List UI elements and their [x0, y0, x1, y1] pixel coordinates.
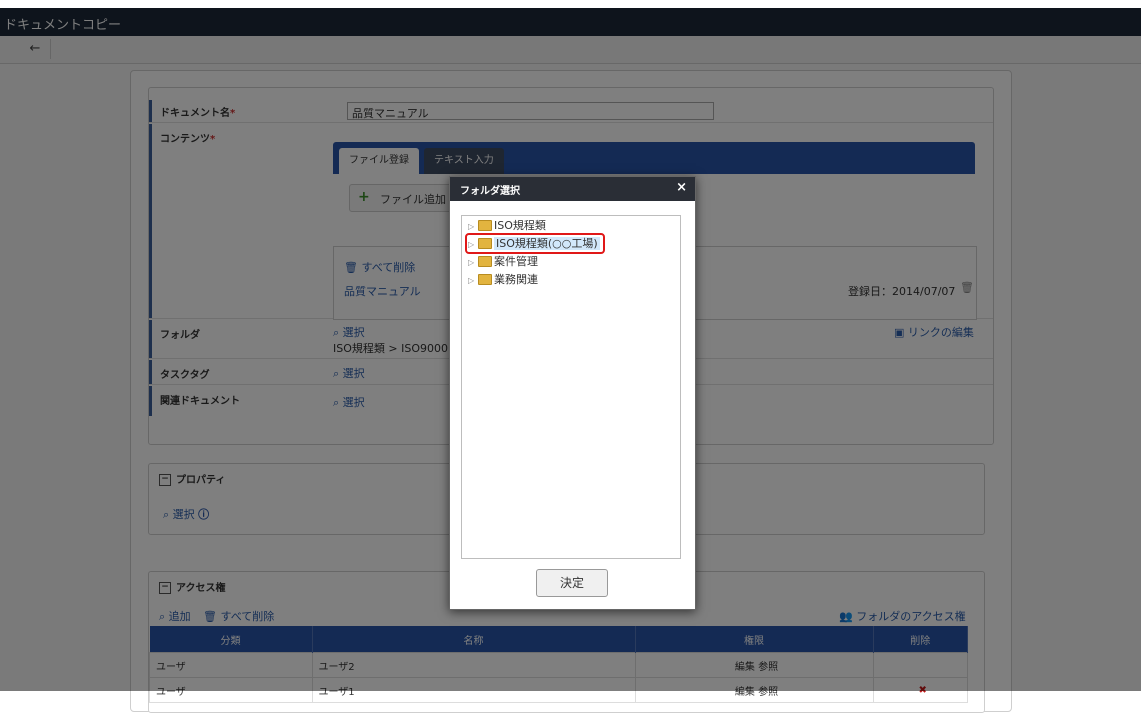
tree-node[interactable]: ▷ 案件管理 — [468, 254, 538, 270]
folder-tree: ▷ ISO規程類 ▷ ISO規程類(○○工場) ▷ 案件管理 ▷ 業務関連 — [461, 215, 681, 559]
tree-node-label: ISO規程類 — [494, 219, 546, 232]
folder-icon — [478, 219, 492, 231]
selection-highlight — [465, 233, 605, 254]
expand-arrow-icon[interactable]: ▷ — [468, 255, 478, 271]
tree-node[interactable]: ▷ 業務関連 — [468, 272, 538, 288]
expand-arrow-icon[interactable]: ▷ — [468, 273, 478, 289]
tree-node[interactable]: ▷ ISO規程類 — [468, 218, 546, 234]
folder-icon — [478, 255, 492, 267]
folder-select-dialog: フォルダ選択 × ▷ ISO規程類 ▷ ISO規程類(○○工場) ▷ 案件管理 ▷ 業務… — [449, 176, 696, 610]
tree-node-label: 案件管理 — [494, 255, 538, 268]
dialog-title: フォルダ選択 — [460, 186, 520, 197]
decide-button[interactable]: 決定 — [536, 569, 608, 597]
tree-node-label: 業務関連 — [494, 273, 538, 286]
folder-icon — [478, 273, 492, 285]
close-icon[interactable]: × — [676, 180, 687, 195]
dialog-header: フォルダ選択 × — [450, 177, 695, 201]
